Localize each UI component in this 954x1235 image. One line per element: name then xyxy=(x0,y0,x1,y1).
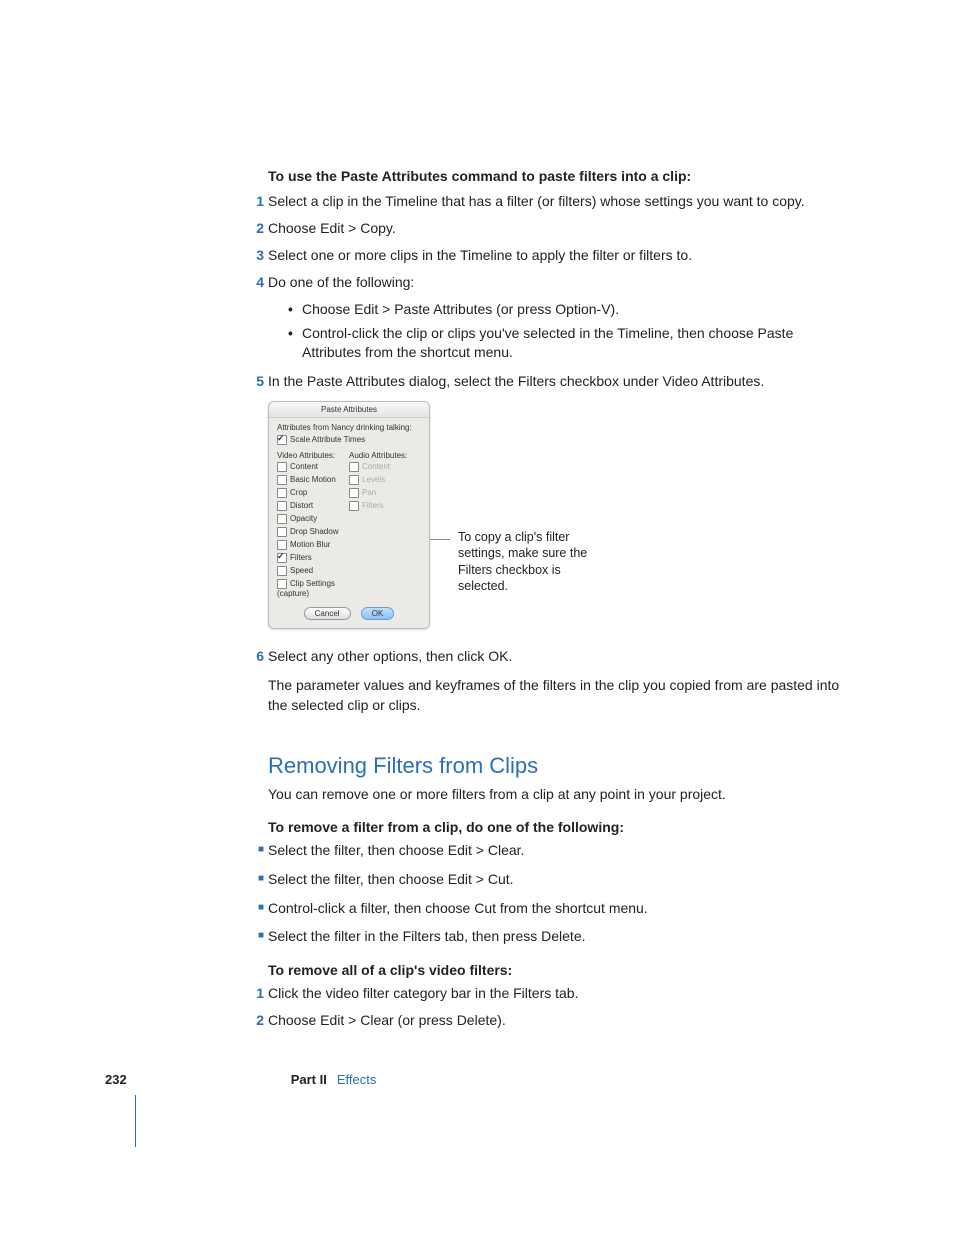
page: To use the Paste Attributes command to p… xyxy=(0,0,954,1235)
step-text: Do one of the following: xyxy=(268,273,848,292)
step-text: Choose Edit > Clear (or press Delete). xyxy=(268,1011,848,1030)
option-row: Basic Motion xyxy=(277,475,349,485)
dialog-buttons: Cancel OK xyxy=(277,607,421,620)
list-item: ■Select the filter, then choose Edit > C… xyxy=(268,870,848,889)
step-text: Select any other options, then click OK. xyxy=(268,647,848,666)
dialog-from-label: Attributes from Nancy drinking talking: xyxy=(277,423,421,432)
option-row: Drop Shadow xyxy=(277,527,349,537)
step-number: 6 xyxy=(246,647,268,666)
square-bullet-icon: ■ xyxy=(246,899,268,918)
content-area: To use the Paste Attributes command to p… xyxy=(268,168,848,1038)
result-paragraph: The parameter values and keyframes of th… xyxy=(268,676,848,715)
cancel-button[interactable]: Cancel xyxy=(304,607,351,620)
paste-attributes-dialog: Paste Attributes Attributes from Nancy d… xyxy=(268,401,430,629)
square-bullet-icon: ■ xyxy=(246,841,268,860)
step-number: 1 xyxy=(246,984,268,1003)
callout-text: To copy a clip's filter settings, make s… xyxy=(458,529,608,594)
checkbox-icon[interactable] xyxy=(277,488,287,498)
dialog-body: Attributes from Nancy drinking talking: … xyxy=(269,418,429,628)
step-text: Select one or more clips in the Timeline… xyxy=(268,246,848,265)
option-row: Distort xyxy=(277,501,349,511)
section-intro: You can remove one or more filters from … xyxy=(268,785,848,805)
option-row: Motion Blur xyxy=(277,540,349,550)
option-row: Levels xyxy=(349,475,421,485)
checkbox-icon[interactable] xyxy=(277,462,287,472)
step-1b: 1 Click the video filter category bar in… xyxy=(268,984,848,1003)
checkbox-icon[interactable] xyxy=(277,501,287,511)
bullet-icon: • xyxy=(288,324,302,362)
step-text: Click the video filter category bar in t… xyxy=(268,984,848,1003)
video-attributes-label: Video Attributes: xyxy=(277,451,349,460)
step-number: 5 xyxy=(246,372,268,391)
step-text: Select a clip in the Timeline that has a… xyxy=(268,192,848,211)
step-number: 3 xyxy=(246,246,268,265)
step-number: 1 xyxy=(246,192,268,211)
checkbox-icon[interactable] xyxy=(277,579,287,589)
option-row: Content xyxy=(277,462,349,472)
subitem: • Choose Edit > Paste Attributes (or pre… xyxy=(288,300,848,319)
part-label: Part II xyxy=(291,1072,327,1087)
option-row: Opacity xyxy=(277,514,349,524)
step-number: 2 xyxy=(246,1011,268,1030)
step-5: 5 In the Paste Attributes dialog, select… xyxy=(268,372,848,391)
dialog-columns: Video Attributes: Content Basic Motion C… xyxy=(277,448,421,601)
checkbox-icon xyxy=(349,462,359,472)
step-1: 1 Select a clip in the Timeline that has… xyxy=(268,192,848,211)
dialog-figure: Paste Attributes Attributes from Nancy d… xyxy=(268,401,848,629)
checkbox-icon xyxy=(349,475,359,485)
subitem-text: Choose Edit > Paste Attributes (or press… xyxy=(302,300,619,319)
checkbox-icon[interactable] xyxy=(277,540,287,550)
checkbox-icon xyxy=(349,501,359,511)
checkbox-icon[interactable] xyxy=(277,527,287,537)
scale-attribute-row: Scale Attribute Times xyxy=(277,435,421,445)
checkbox-icon[interactable] xyxy=(277,553,287,563)
option-row: Speed xyxy=(277,566,349,576)
step-2: 2 Choose Edit > Copy. xyxy=(268,219,848,238)
procedure-heading-2: To remove a filter from a clip, do one o… xyxy=(268,819,848,835)
checkbox-icon[interactable] xyxy=(277,566,287,576)
step-number: 2 xyxy=(246,219,268,238)
ok-button[interactable]: OK xyxy=(361,607,395,620)
option-row: Pan xyxy=(349,488,421,498)
option-row: Clip Settings (capture) xyxy=(277,579,349,598)
step-2b: 2 Choose Edit > Clear (or press Delete). xyxy=(268,1011,848,1030)
checkbox-icon[interactable] xyxy=(277,435,287,445)
square-bullet-icon: ■ xyxy=(246,927,268,946)
option-row: Filters xyxy=(349,501,421,511)
option-row: Content xyxy=(349,462,421,472)
section-label: Effects xyxy=(337,1072,377,1087)
option-row-filters: Filters xyxy=(277,553,349,563)
step-4-subitems: • Choose Edit > Paste Attributes (or pre… xyxy=(288,300,848,363)
list-item: ■Select the filter in the Filters tab, t… xyxy=(268,927,848,946)
bullet-list: ■Select the filter, then choose Edit > C… xyxy=(268,841,848,947)
list-item: ■Select the filter, then choose Edit > C… xyxy=(268,841,848,860)
audio-column: Audio Attributes: Content Levels Pan Fil… xyxy=(349,448,421,601)
step-number: 4 xyxy=(246,273,268,292)
scale-label: Scale Attribute Times xyxy=(290,435,365,444)
procedure-heading-1: To use the Paste Attributes command to p… xyxy=(268,168,848,184)
subitem-text: Control-click the clip or clips you've s… xyxy=(302,324,848,362)
video-column: Video Attributes: Content Basic Motion C… xyxy=(277,448,349,601)
subitem: • Control-click the clip or clips you've… xyxy=(288,324,848,362)
checkbox-icon[interactable] xyxy=(277,514,287,524)
step-6: 6 Select any other options, then click O… xyxy=(268,647,848,666)
page-footer: 232 Part II Effects xyxy=(105,1072,376,1087)
page-number: 232 xyxy=(105,1072,127,1087)
dialog-title: Paste Attributes xyxy=(269,402,429,418)
section-heading: Removing Filters from Clips xyxy=(268,753,848,779)
footer-rule xyxy=(135,1095,136,1147)
step-3: 3 Select one or more clips in the Timeli… xyxy=(268,246,848,265)
step-4: 4 Do one of the following: xyxy=(268,273,848,292)
checkbox-icon[interactable] xyxy=(277,475,287,485)
bullet-icon: • xyxy=(288,300,302,319)
audio-attributes-label: Audio Attributes: xyxy=(349,451,421,460)
square-bullet-icon: ■ xyxy=(246,870,268,889)
checkbox-icon xyxy=(349,488,359,498)
step-text: In the Paste Attributes dialog, select t… xyxy=(268,372,848,391)
option-row: Crop xyxy=(277,488,349,498)
procedure-heading-3: To remove all of a clip's video filters: xyxy=(268,962,848,978)
callout-line xyxy=(430,539,450,540)
step-text: Choose Edit > Copy. xyxy=(268,219,848,238)
list-item: ■Control-click a filter, then choose Cut… xyxy=(268,899,848,918)
